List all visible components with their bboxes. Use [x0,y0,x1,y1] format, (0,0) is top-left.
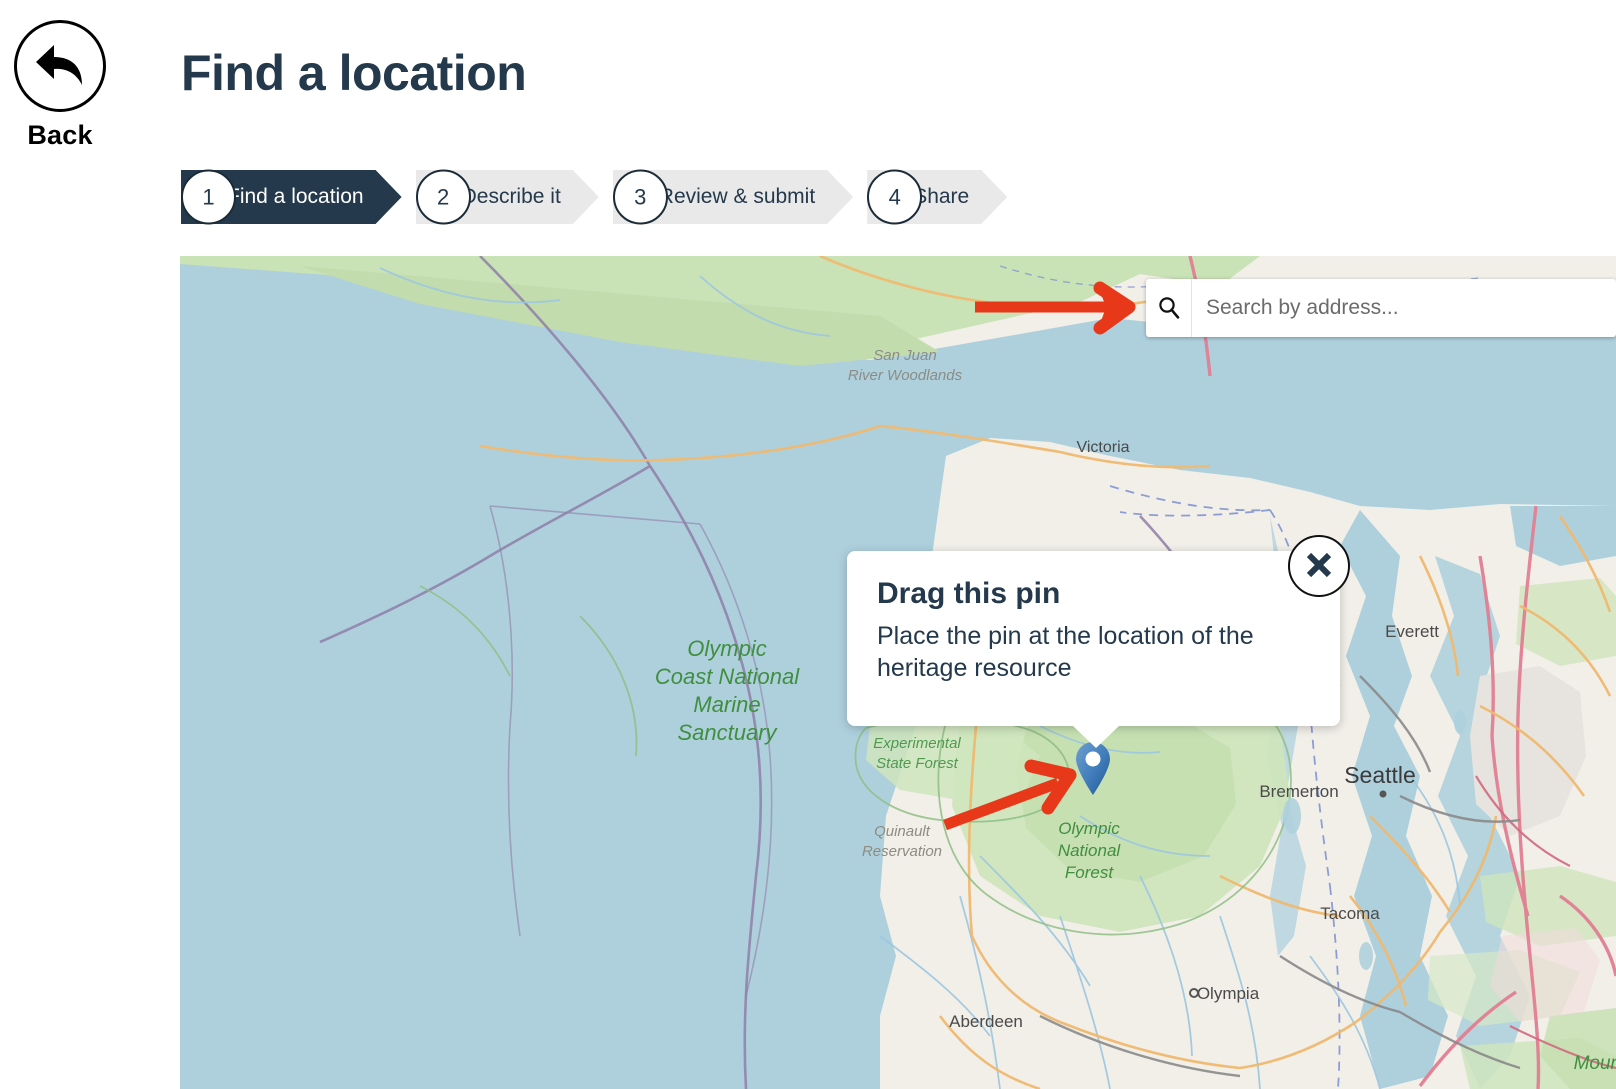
search-icon[interactable] [1146,279,1192,337]
back-button[interactable]: Back [12,20,108,151]
svg-text:Experimental: Experimental [873,735,961,752]
svg-text:Reservation: Reservation [862,843,942,860]
tooltip-title: Drag this pin [877,577,1061,610]
back-button-circle[interactable] [14,20,106,112]
svg-text:Olympic: Olympic [1058,819,1120,838]
stepper-step-2-number: 2 [415,169,471,225]
page-root: Back Find a location Find a location 1 D… [0,0,1616,1089]
svg-text:Olympia: Olympia [1197,984,1260,1003]
search-box[interactable] [1146,279,1616,337]
stepper: Find a location 1 Describe it 2 Review &… [181,169,1007,225]
close-x-icon [1302,548,1336,585]
close-tooltip-button[interactable] [1288,535,1350,597]
stepper-step-2-label: Describe it [461,185,561,208]
stepper-step-1-number: 1 [181,169,236,225]
stepper-step-3-label: Review & submit [658,185,816,208]
svg-text:Aberdeen: Aberdeen [949,1012,1023,1031]
svg-text:Mount: Mount [1574,1053,1616,1074]
stepper-step-3[interactable]: Review & submit 3 [612,169,853,225]
svg-text:Victoria: Victoria [1076,439,1129,456]
back-label: Back [27,120,93,150]
map-pin-marker[interactable] [1073,740,1113,796]
svg-text:Sanctuary: Sanctuary [677,720,778,745]
search-input[interactable] [1192,279,1616,337]
svg-text:National: National [1058,841,1122,860]
back-arrow-icon [32,41,88,91]
stepper-step-1-label: Find a location [227,185,364,208]
svg-text:Forest: Forest [1065,863,1114,882]
stepper-step-1[interactable]: Find a location 1 [181,169,402,225]
svg-text:Tacoma: Tacoma [1320,904,1380,923]
stepper-step-3-number: 3 [612,169,668,225]
page-title: Find a location [181,45,527,101]
drag-pin-tooltip: Drag this pin Place the pin at the locat… [847,551,1340,748]
svg-text:Quinault: Quinault [874,823,931,840]
svg-text:Olympic: Olympic [687,636,766,661]
svg-text:Seattle: Seattle [1344,762,1416,788]
svg-text:Bremerton: Bremerton [1259,782,1338,801]
stepper-step-4[interactable]: Share 4 [867,169,1007,225]
svg-text:Everett: Everett [1385,622,1439,641]
svg-text:San Juan: San Juan [873,347,936,364]
svg-text:Marine: Marine [693,692,760,717]
stepper-step-2[interactable]: Describe it 2 [415,169,599,225]
svg-text:Coast National: Coast National [655,664,800,689]
svg-text:State Forest: State Forest [876,755,959,772]
tooltip-tail [1072,725,1120,748]
stepper-step-4-number: 4 [867,169,923,225]
tooltip-body: Place the pin at the location of the her… [877,622,1254,682]
svg-text:River Woodlands: River Woodlands [848,367,963,384]
